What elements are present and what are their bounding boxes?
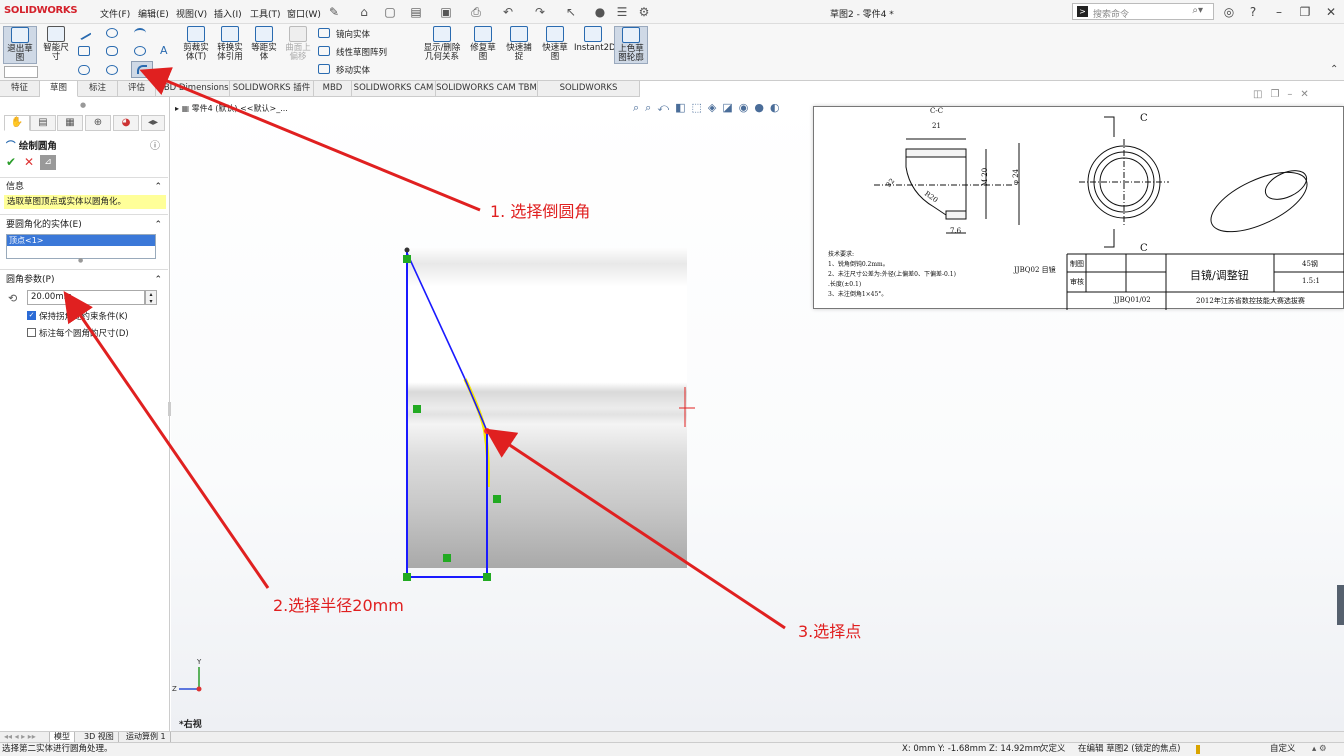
annotation-step-1: 1. 选择倒圆角 xyxy=(490,202,591,221)
tutorial-arrows xyxy=(63,67,786,630)
model-view-tabs: ◂◂ ◂ ▸ ▸▸ 模型 3D 视图 运动算例 1 xyxy=(0,731,1344,743)
annotation-step-3: 3.选择点 xyxy=(798,622,862,641)
rebuild-indicator-icon[interactable] xyxy=(1196,745,1200,754)
status-coordinates: X: 0mm Y: -1.68mm Z: 14.92mm xyxy=(902,744,1042,754)
annotation-step-2: 2.选择半径20mm xyxy=(273,596,404,615)
status-message: 选择第二实体进行圆角处理。 xyxy=(2,744,113,754)
status-options-icon[interactable]: ▴ ⚙ xyxy=(1312,743,1327,756)
status-units[interactable]: 自定义 xyxy=(1270,743,1296,756)
arrow-to-fillet-tool xyxy=(139,67,481,212)
arrow-to-vertex xyxy=(485,428,786,630)
status-editing: 在编辑 草图2 (锁定的焦点) xyxy=(1078,744,1181,754)
arrow-to-radius-input xyxy=(63,291,270,589)
status-definition: 欠定义 xyxy=(1040,744,1066,754)
status-bar: 选择第二实体进行圆角处理。 X: 0mm Y: -1.68mm Z: 14.92… xyxy=(0,742,1344,756)
